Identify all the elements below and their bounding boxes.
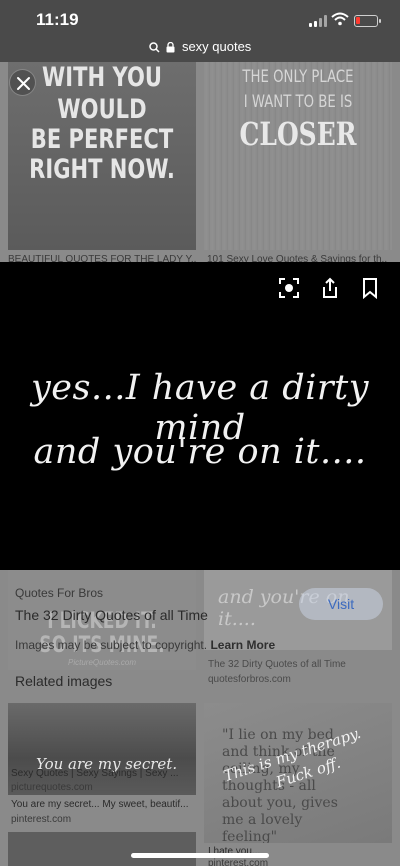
tile-quote-line: THE ONLY PLACE xyxy=(242,67,354,87)
related-images-heading: Related images xyxy=(15,673,113,689)
copyright-text: Images may be subject to copyright. xyxy=(15,638,208,652)
home-indicator[interactable] xyxy=(131,853,269,858)
tile-quote-big-word: CLOSER xyxy=(239,115,357,153)
page: WITH YOU WOULD BE PERFECT RIGHT NOW. BEA… xyxy=(0,0,400,866)
behind-caption: The 32 Dirty Quotes of all Time xyxy=(208,659,346,670)
related-right-domain: pinterest.com xyxy=(208,858,269,866)
cellular-signal-icon xyxy=(309,15,327,27)
tile-quote-line: BE PERFECT xyxy=(30,124,174,155)
tile-quote-line: WITH YOU xyxy=(42,62,162,93)
copyright-note: Images may be subject to copyright. Lear… xyxy=(15,638,275,652)
visit-button[interactable]: Visit xyxy=(299,588,383,620)
share-icon[interactable] xyxy=(319,277,341,299)
source-name[interactable]: Quotes For Bros xyxy=(15,586,103,600)
bookmark-icon[interactable] xyxy=(359,277,381,299)
address-bar[interactable]: sexy quotes xyxy=(0,34,400,62)
close-button[interactable] xyxy=(9,69,36,96)
status-time: 11:19 xyxy=(36,10,79,29)
search-icon xyxy=(148,42,160,53)
related-tile-left-2[interactable] xyxy=(8,832,196,866)
related-left-caption: You are my secret... My sweet, beautif..… xyxy=(11,799,189,810)
related-left-domain-1: picturequotes.com xyxy=(11,782,93,793)
lock-icon xyxy=(166,41,175,53)
related-tile-right[interactable]: "I lie on my bed and think of the ceilin… xyxy=(204,703,392,843)
battery-icon xyxy=(354,15,381,27)
tile-quote-line: I WANT TO BE IS xyxy=(243,92,353,112)
result-title[interactable]: The 32 Dirty Quotes of all Time xyxy=(15,607,208,623)
tile-quote-line: RIGHT NOW. xyxy=(29,154,175,185)
related-left-source: Sexy Quotes | Sexy Sayings | Sexy ... xyxy=(11,768,179,779)
result-tile-right[interactable]: THE ONLY PLACE I WANT TO BE IS CLOSER xyxy=(204,60,392,250)
status-bar: 11:19 xyxy=(0,0,400,34)
quote-line: feeling" xyxy=(222,829,278,843)
behind-domain: quotesforbros.com xyxy=(208,674,291,685)
behind-tile-credit: PictureQuotes.com xyxy=(68,658,137,667)
wifi-icon xyxy=(331,12,349,26)
tile-quote-line: WOULD xyxy=(57,94,147,125)
related-left-domain-2: pinterest.com xyxy=(11,814,72,825)
search-query: sexy quotes xyxy=(181,39,252,54)
result-tile-left[interactable]: WITH YOU WOULD BE PERFECT RIGHT NOW. xyxy=(8,60,196,250)
image-quote-line-2: and you're on it.... xyxy=(33,432,367,472)
learn-more-link[interactable]: Learn More xyxy=(210,638,275,652)
image-viewer[interactable]: yes...I have a dirty mind and you're on … xyxy=(0,262,400,570)
lens-search-icon[interactable] xyxy=(278,277,300,299)
close-icon xyxy=(17,77,30,90)
quote-line: me a lovely xyxy=(222,812,303,828)
